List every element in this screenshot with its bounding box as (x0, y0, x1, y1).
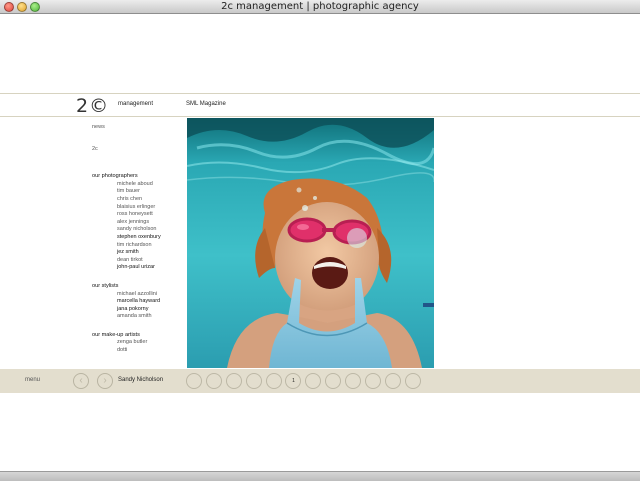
photographer-link[interactable]: jez smith (117, 249, 182, 257)
makeup-heading: our make-up artists (92, 331, 140, 338)
page-dot[interactable] (205, 373, 222, 389)
page-dot[interactable] (345, 373, 362, 389)
header-divider-top (0, 93, 640, 94)
makeup-section: our make-up artists zenga butler dotti (92, 332, 182, 355)
page-dot[interactable] (225, 373, 242, 389)
stylist-link[interactable]: michael azzollini (117, 291, 182, 299)
photographer-link[interactable]: tim richardson (117, 242, 182, 250)
image-pager: 1 (186, 373, 421, 390)
menu-button[interactable]: menu (25, 377, 40, 383)
page-dot[interactable] (384, 373, 401, 389)
sidebar-news-link[interactable]: news (92, 124, 182, 132)
page-dot-current[interactable]: 1 (285, 373, 302, 389)
photographer-link[interactable]: michele aboud (117, 181, 182, 189)
stylist-link[interactable]: amanda smith (117, 313, 182, 321)
page-dot[interactable] (245, 373, 262, 389)
sidebar-2c-link[interactable]: 2c (92, 146, 182, 154)
photo-illustration (187, 118, 434, 368)
next-arrow-icon[interactable]: › (97, 373, 113, 389)
makeup-artist-link[interactable]: zenga butler (117, 339, 182, 347)
logo[interactable]: 2© (76, 95, 109, 117)
page-dot[interactable] (265, 373, 282, 389)
photographers-heading: our photographers (92, 173, 138, 180)
photographer-link[interactable]: tim bauer (117, 188, 182, 196)
current-project-title: SML Magazine (186, 101, 226, 107)
photographer-link[interactable]: alex jennings (117, 219, 182, 227)
stylist-link[interactable]: jana pokorny (117, 306, 182, 314)
previous-arrow-icon[interactable]: ‹ (73, 373, 89, 389)
window-titlebar: 2c management | photographic agency (0, 0, 640, 14)
page-dot[interactable] (305, 373, 322, 389)
photographer-link[interactable]: ross honeysett (117, 211, 182, 219)
header-divider-bottom (0, 116, 640, 117)
stylists-section: our stylists michael azzollini marcella … (92, 283, 182, 321)
page-dot[interactable] (404, 373, 421, 389)
header-management-label: management (118, 101, 154, 107)
sidebar-nav: news 2c our photographers michele aboud … (92, 124, 182, 366)
photographer-link[interactable]: chris chen (117, 196, 182, 204)
window-bottom-edge (0, 471, 640, 481)
photographer-link[interactable]: sandy nicholson (117, 226, 182, 234)
stylist-link[interactable]: marcella hayward (117, 298, 182, 306)
page-dot[interactable] (365, 373, 382, 389)
photographer-link[interactable]: stephen oxenbury (117, 234, 182, 242)
photographers-section: our photographers michele aboud tim baue… (92, 173, 182, 272)
page-dot[interactable] (325, 373, 342, 389)
photographer-link[interactable]: john-paul urizar (117, 264, 182, 272)
photographer-link[interactable]: blaisius erlinger (117, 204, 182, 212)
window-title: 2c management | photographic agency (221, 1, 419, 12)
page-dot[interactable] (186, 373, 202, 389)
photographer-link[interactable]: dean tirkot (117, 257, 182, 265)
makeup-artist-link[interactable]: dotti (117, 347, 182, 355)
stylists-heading: our stylists (92, 282, 119, 289)
current-photographer-name: Sandy Nicholson (118, 377, 164, 383)
featured-photo[interactable] (187, 118, 434, 368)
